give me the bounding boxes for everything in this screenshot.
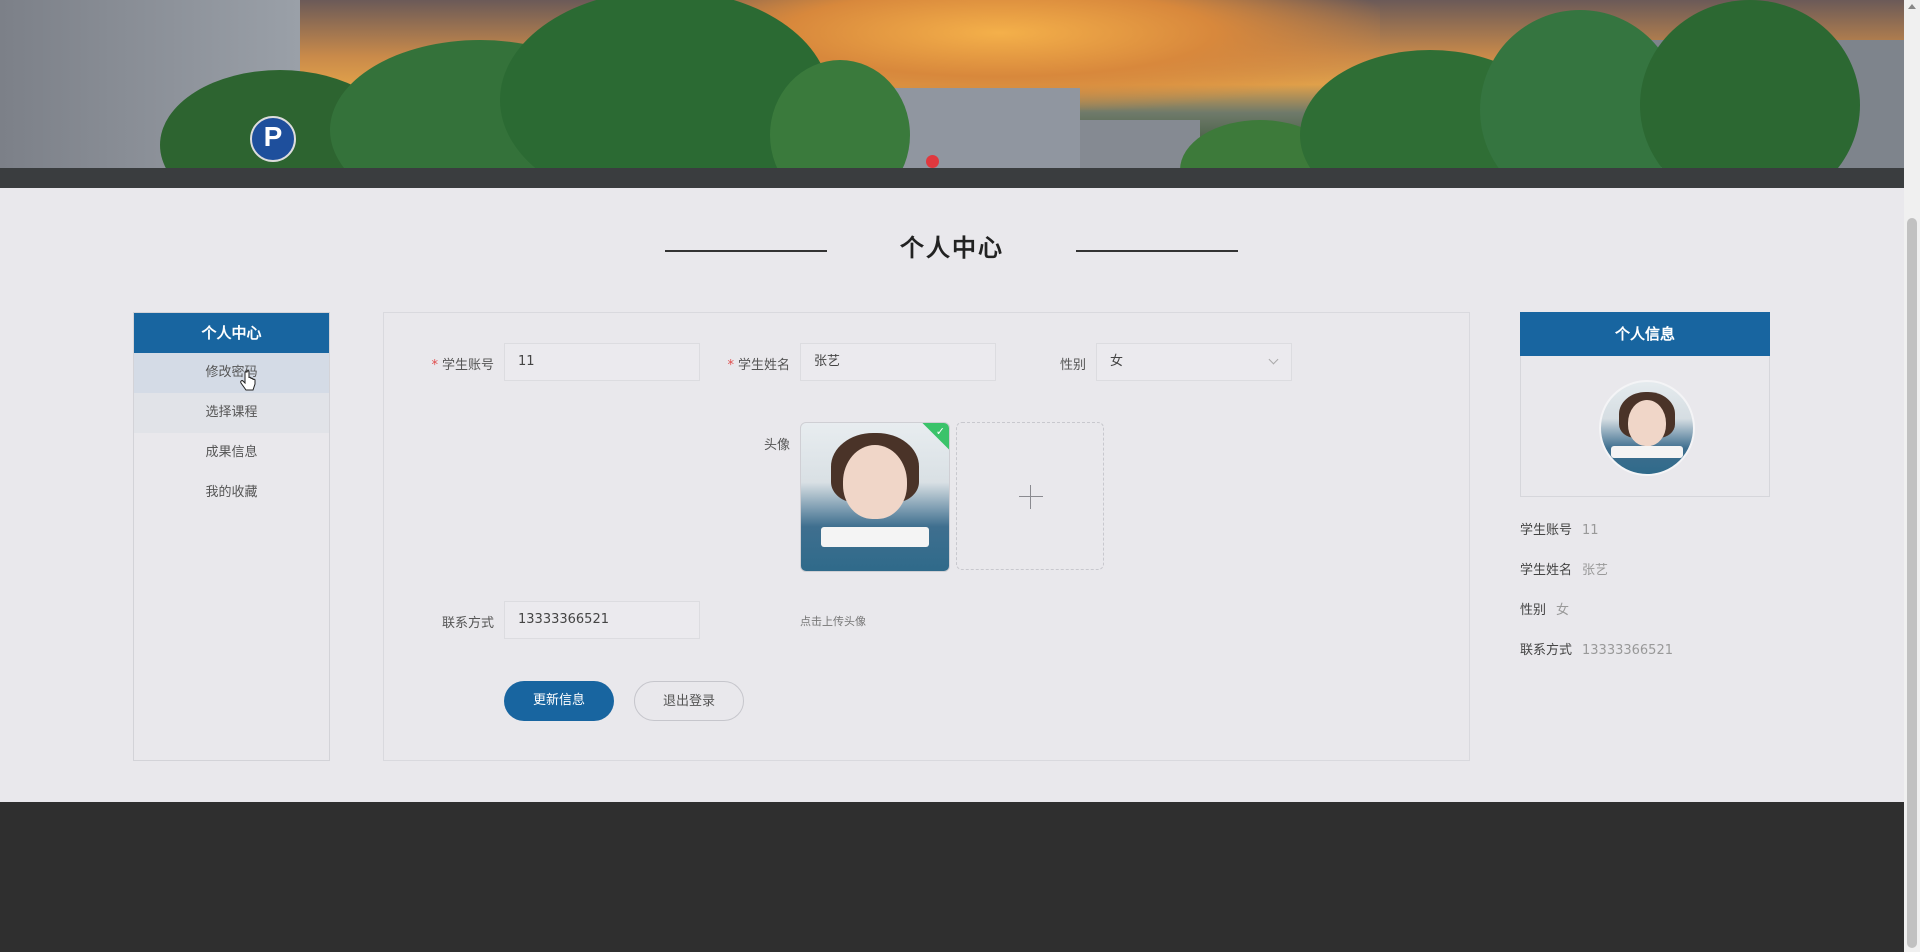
parking-sign-icon: P — [250, 116, 296, 162]
avatar-photo-face — [1628, 400, 1666, 446]
side-menu-item-achievements[interactable]: 成果信息 — [134, 433, 329, 473]
account-label: * 学生账号 — [431, 358, 494, 373]
page-footer — [0, 802, 1904, 952]
info-row-account: 学生账号 11 — [1520, 523, 1599, 538]
tree — [1640, 0, 1860, 188]
info-panel-header: 个人信息 — [1520, 312, 1770, 356]
gender-select[interactable]: 女 — [1096, 343, 1292, 381]
name-label: * 学生姓名 — [727, 358, 790, 373]
plus-icon — [1019, 496, 1043, 497]
avatar-label: 头像 — [763, 438, 790, 453]
info-row-name: 学生姓名 张艺 — [1520, 563, 1609, 578]
hand-cursor-icon — [240, 370, 256, 391]
update-info-button[interactable]: 更新信息 — [504, 681, 614, 721]
chevron-down-icon — [1268, 354, 1279, 365]
carousel-indicator[interactable] — [926, 155, 939, 168]
gender-label: 性别 — [1059, 358, 1086, 373]
info-avatar-box — [1520, 356, 1770, 497]
hero-banner: P — [0, 0, 1904, 188]
avatar-photo-book — [1611, 446, 1683, 458]
page-title: 个人中心 — [900, 234, 1004, 262]
side-menu-item-select-course[interactable]: 选择课程 — [134, 393, 329, 433]
info-row-phone: 联系方式 13333366521 — [1520, 643, 1673, 658]
account-input[interactable]: 11 — [504, 343, 700, 381]
road — [0, 168, 1904, 188]
avatar-upload-button[interactable] — [956, 422, 1104, 570]
title-line-right — [1076, 250, 1238, 252]
avatar-thumbnail[interactable]: ✓ — [800, 422, 950, 572]
page-title-wrap: 个人中心 — [0, 228, 1904, 263]
side-menu-item-change-password[interactable]: 修改密码 — [134, 353, 329, 393]
avatar — [1599, 380, 1695, 476]
info-row-gender: 性别女 — [1520, 603, 1570, 618]
required-mark: * — [431, 358, 438, 373]
logout-button[interactable]: 退出登录 — [634, 681, 744, 721]
scroll-up-arrow-icon[interactable] — [1908, 4, 1916, 9]
side-menu-header: 个人中心 — [134, 313, 329, 353]
phone-label: 联系方式 — [441, 616, 494, 631]
page-scrollbar[interactable] — [1904, 0, 1920, 952]
required-mark: * — [727, 358, 734, 373]
avatar-photo-face — [843, 445, 907, 519]
phone-input[interactable]: 13333366521 — [504, 601, 700, 639]
side-menu: 个人中心 修改密码 选择课程 成果信息 我的收藏 — [133, 312, 330, 761]
avatar-upload-hint: 点击上传头像 — [800, 615, 866, 628]
name-input[interactable]: 张艺 — [800, 343, 996, 381]
avatar-photo-book — [821, 527, 929, 547]
check-icon: ✓ — [935, 425, 945, 438]
scrollbar-thumb[interactable] — [1907, 218, 1917, 948]
info-panel: 个人信息 学生账号 11 学生姓名 张艺 性别女 联系方式 13333366521 — [1520, 312, 1770, 658]
side-menu-item-favorites[interactable]: 我的收藏 — [134, 473, 329, 513]
plus-icon — [1030, 485, 1031, 509]
gender-select-value: 女 — [1110, 354, 1124, 369]
